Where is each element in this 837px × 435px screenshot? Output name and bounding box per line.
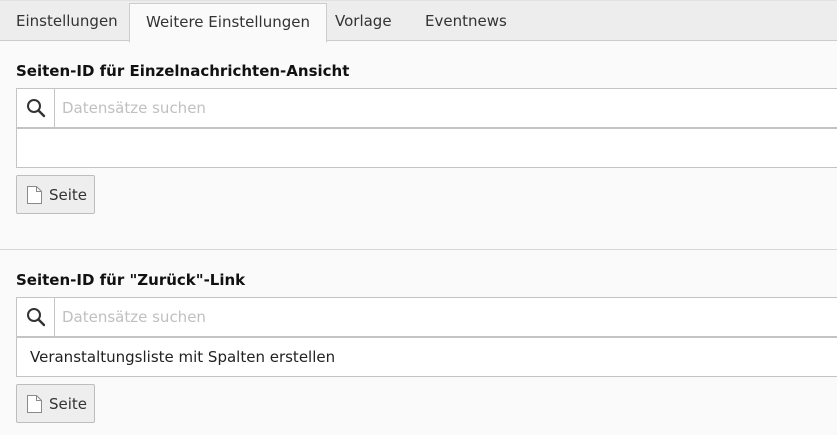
search-icon[interactable] — [17, 89, 55, 127]
record-search-box — [16, 297, 837, 337]
tab-bar: Einstellungen Weitere Einstellungen Vorl… — [0, 0, 837, 43]
page-icon — [26, 394, 43, 414]
record-search-input[interactable] — [56, 89, 837, 127]
browse-page-button-label: Seite — [49, 185, 88, 204]
browse-page-button[interactable]: Seite — [16, 175, 95, 214]
section-title-single-view: Seiten-ID für Einzelnachrichten-Ansicht — [16, 62, 350, 80]
section-title-back-link: Seiten-ID für "Zurück"-Link — [16, 271, 246, 289]
record-search-input[interactable] — [56, 298, 837, 336]
browse-page-button-label: Seite — [49, 394, 88, 413]
tab-weitere-einstellungen[interactable]: Weitere Einstellungen — [129, 3, 327, 43]
record-search-box — [16, 88, 837, 128]
section-divider — [0, 249, 837, 250]
tab-eventnews[interactable]: Eventnews — [409, 3, 523, 42]
selected-records-field[interactable]: Veranstaltungsliste mit Spalten erstelle… — [16, 337, 837, 377]
selected-records-field[interactable] — [16, 128, 837, 168]
browse-page-button[interactable]: Seite — [16, 384, 95, 423]
tab-einstellungen[interactable]: Einstellungen — [0, 3, 134, 42]
page-icon — [26, 185, 43, 205]
tab-vorlage[interactable]: Vorlage — [319, 3, 408, 42]
search-icon[interactable] — [17, 298, 55, 336]
